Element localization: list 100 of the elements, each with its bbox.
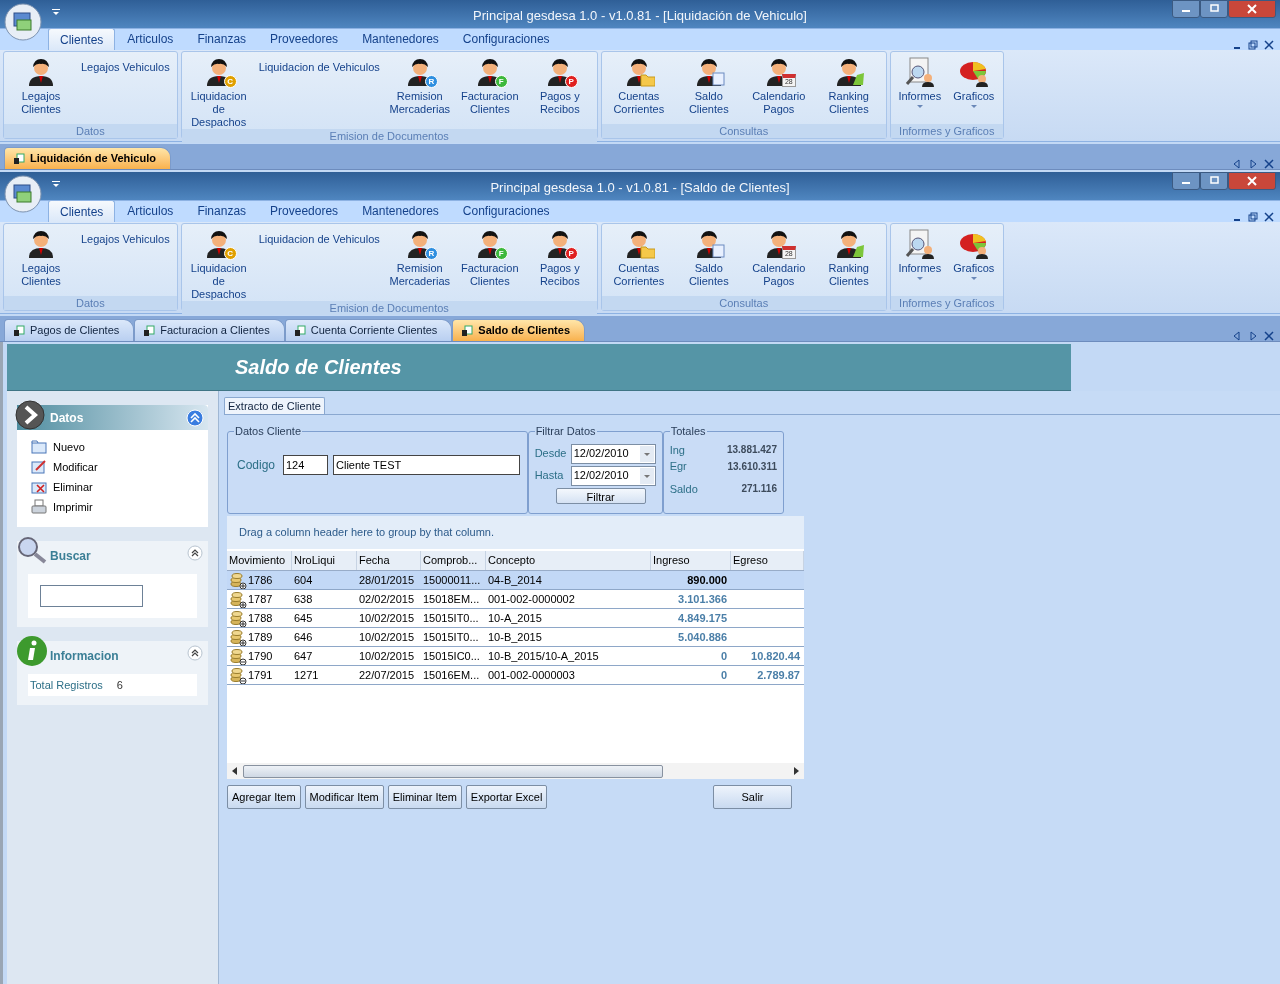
collapse-icon[interactable]	[187, 545, 203, 561]
date-picker[interactable]: 12/02/2010	[570, 465, 656, 486]
close-icon	[1246, 4, 1258, 14]
table-row[interactable]: 1789 646 10/02/2015 15015IT0... 10-B_2015 5.040.886	[227, 628, 804, 647]
ribbon-button[interactable]: Liquidacion de Vehiculos	[254, 57, 384, 77]
column-header[interactable]: Egreso	[731, 551, 804, 570]
ribbon-button[interactable]: P Pagos y Recibos	[525, 224, 594, 288]
ribbon-button[interactable]: Informes	[893, 52, 946, 109]
close-icon[interactable]	[1264, 159, 1274, 169]
ribbon-button[interactable]: F Facturacion Clientes	[455, 52, 524, 116]
ribbon-button[interactable]: Legajos Clientes	[7, 224, 75, 288]
code-field[interactable]: 124	[283, 454, 328, 475]
column-header[interactable]: Ingreso	[651, 551, 731, 570]
ribbon-button[interactable]: F Facturacion Clientes	[455, 224, 524, 288]
ribbon-tab[interactable]: Mantenedores	[350, 200, 451, 222]
table-cell-text: 15015IT0...	[422, 611, 480, 626]
ribbon-button[interactable]: R Remision Mercaderias	[385, 52, 454, 116]
ribbon-button[interactable]: Legajos Clientes	[7, 52, 75, 116]
column-header[interactable]: Comprob...	[421, 551, 486, 570]
ribbon-button[interactable]: Informes	[893, 224, 946, 281]
table-row[interactable]: 1788 645 10/02/2015 15015IT0... 10-A_2015 4.849.175	[227, 609, 804, 628]
ribbon-button[interactable]: Legajos Vehiculos	[77, 57, 174, 77]
filter-button[interactable]: Filtrar	[555, 487, 646, 504]
panel-link[interactable]: Eliminar	[31, 479, 194, 495]
ribbon-button[interactable]: P Pagos y Recibos	[525, 52, 594, 116]
ribbon-tab[interactable]: Articulos	[115, 28, 186, 50]
ribbon-button[interactable]: Graficos	[947, 52, 1000, 109]
table-row[interactable]: 1791 1271 22/07/2015 15016EM... 001-002-0000003 0 2.789.87	[227, 666, 804, 685]
ribbon-button[interactable]: C Liquidacion de Despachos	[184, 52, 253, 129]
panel-link[interactable]: Imprimir	[31, 499, 194, 515]
ribbon-tab[interactable]: Articulos	[115, 200, 186, 222]
ribbon-button[interactable]: Saldo Clientes	[674, 224, 743, 288]
search-field[interactable]	[40, 585, 143, 607]
maximize-button[interactable]	[1200, 172, 1228, 190]
ribbon-button[interactable]: C Liquidacion de Despachos	[184, 224, 253, 301]
close-icon[interactable]	[1264, 212, 1274, 222]
quick-access-icon[interactable]	[52, 180, 60, 188]
collapse-icon[interactable]	[187, 645, 203, 661]
close-button[interactable]	[1228, 172, 1276, 190]
panel-link[interactable]: Nuevo	[31, 439, 194, 455]
restore-icon[interactable]	[1248, 212, 1258, 222]
table-cell-text: 1789	[248, 630, 273, 645]
quick-access-icon[interactable]	[52, 8, 60, 16]
ribbon-group-label: Informes y Graficos	[890, 296, 1003, 310]
ribbon-button[interactable]: Saldo Clientes	[674, 52, 743, 116]
document-tab[interactable]: Facturacion a Clientes	[134, 319, 285, 341]
total-label: Saldo	[669, 481, 698, 497]
column-header[interactable]: Movimiento	[227, 551, 292, 570]
ribbon-tab[interactable]: Configuraciones	[450, 200, 562, 222]
minimize-button[interactable]	[1172, 172, 1200, 190]
action-button[interactable]: Exportar Excel	[465, 785, 548, 809]
ribbon-button[interactable]: Ranking Clientes	[814, 224, 883, 288]
group-title: Totales	[669, 424, 707, 439]
table-cell-text: 28/01/2015	[358, 573, 416, 588]
ribbon-tab[interactable]: Proveedores	[258, 28, 351, 50]
action-button[interactable]: Modificar Item	[304, 785, 384, 809]
close-icon[interactable]	[1264, 331, 1274, 341]
scroll-right-icon[interactable]	[793, 767, 799, 775]
document-tab[interactable]: Pagos de Clientes	[4, 319, 135, 341]
ribbon-tab[interactable]: Clientes	[48, 200, 116, 222]
delete-icon	[31, 479, 47, 495]
ribbon-button[interactable]: Graficos	[947, 224, 1000, 281]
close-button[interactable]	[1228, 0, 1276, 18]
field-label: Codigo	[237, 456, 277, 474]
date-picker[interactable]: 12/02/2010	[570, 443, 656, 464]
panel-link[interactable]: Modificar	[31, 459, 194, 475]
restore-icon[interactable]	[1248, 40, 1258, 50]
form-tab[interactable]: Extracto de Cliente	[224, 397, 325, 414]
column-header[interactable]: Concepto	[486, 551, 651, 570]
maximize-button[interactable]	[1200, 0, 1228, 18]
ribbon-tab[interactable]: Proveedores	[258, 200, 351, 222]
document-tab[interactable]: Cuenta Corriente Clientes	[284, 319, 453, 341]
exit-button[interactable]: Salir	[713, 785, 792, 809]
document-tab[interactable]: Liquidación de Vehiculo	[4, 147, 171, 169]
ribbon-button[interactable]: R Remision Mercaderias	[385, 224, 454, 288]
close-icon[interactable]	[1264, 40, 1274, 50]
name-field[interactable]: Cliente TEST	[333, 454, 520, 475]
table-row[interactable]: 1790 647 10/02/2015 15015IC0... 10-B_2015/10-A_2015 0 10.820.44	[227, 647, 804, 666]
document-tab[interactable]: Saldo de Clientes	[452, 319, 585, 341]
scroll-left-icon[interactable]	[232, 767, 238, 775]
ribbon-button[interactable]: Cuentas Corrientes	[604, 52, 673, 116]
ribbon-tab[interactable]: Mantenedores	[350, 28, 451, 50]
ribbon-tab[interactable]: Finanzas	[185, 28, 259, 50]
ribbon-tab[interactable]: Configuraciones	[450, 28, 562, 50]
column-header[interactable]: NroLiqui	[292, 551, 357, 570]
action-button[interactable]: Eliminar Item	[387, 785, 462, 809]
action-button[interactable]: Agregar Item	[227, 785, 301, 809]
ribbon-button[interactable]: Liquidacion de Vehiculos	[254, 229, 384, 249]
ribbon-button[interactable]: Legajos Vehiculos	[77, 229, 174, 249]
minimize-button[interactable]	[1172, 0, 1200, 18]
table-cell-text: 1786	[248, 573, 273, 588]
info-icon	[16, 635, 48, 667]
ribbon-tab[interactable]: Finanzas	[185, 200, 259, 222]
column-header[interactable]: Fecha	[357, 551, 421, 570]
ribbon-button[interactable]: Cuentas Corrientes	[604, 224, 673, 288]
table-row[interactable]: 1786 604 28/01/2015 15000011... 04-B_2014 890.000	[227, 571, 804, 590]
table-row[interactable]: 1787 638 02/02/2015 15018EM... 001-002-0000002 3.101.366	[227, 590, 804, 609]
ribbon-button[interactable]: Ranking Clientes	[814, 52, 883, 116]
ribbon-tab[interactable]: Clientes	[48, 28, 116, 50]
horizontal-scrollbar[interactable]	[227, 763, 804, 779]
